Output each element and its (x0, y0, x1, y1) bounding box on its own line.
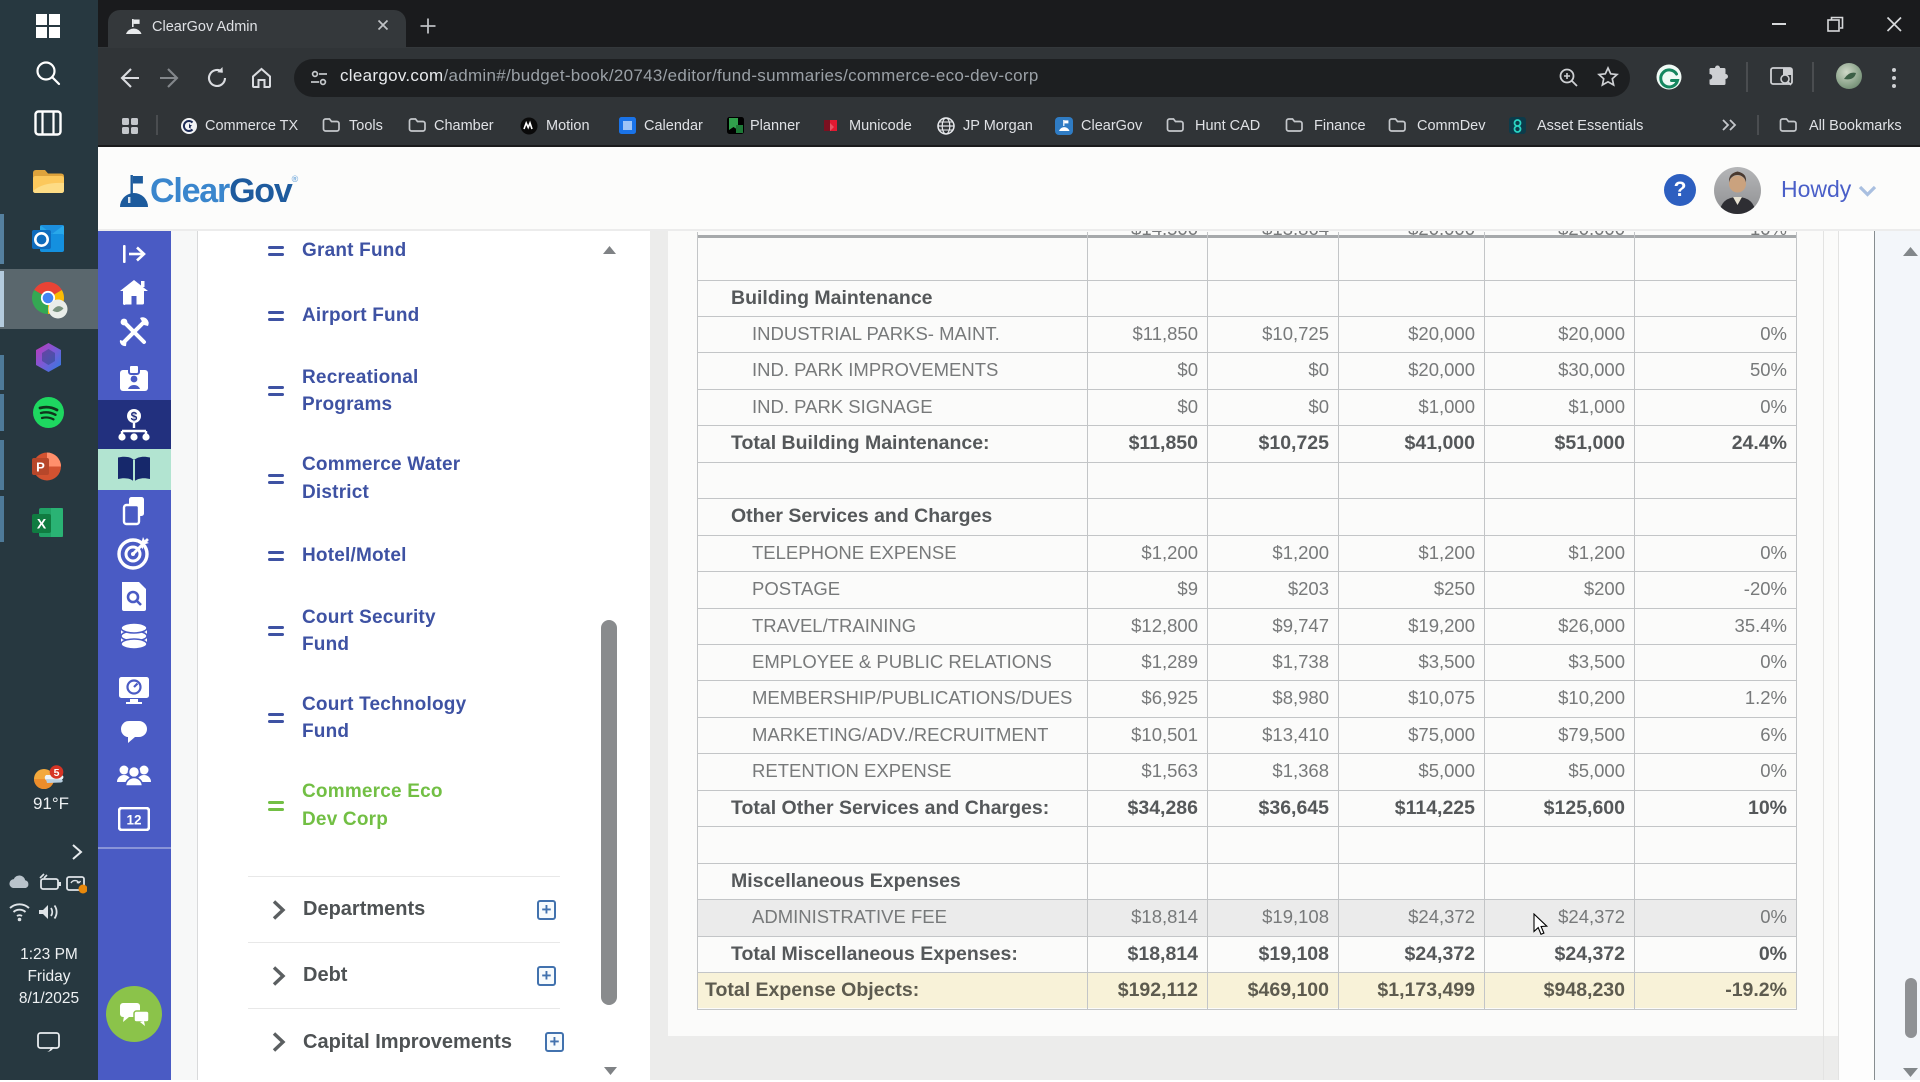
svg-text:P: P (36, 460, 45, 475)
svg-text:5: 5 (54, 767, 60, 779)
svg-text:X: X (37, 516, 47, 532)
svg-text:$: $ (131, 410, 138, 424)
svg-text:12: 12 (126, 813, 141, 828)
